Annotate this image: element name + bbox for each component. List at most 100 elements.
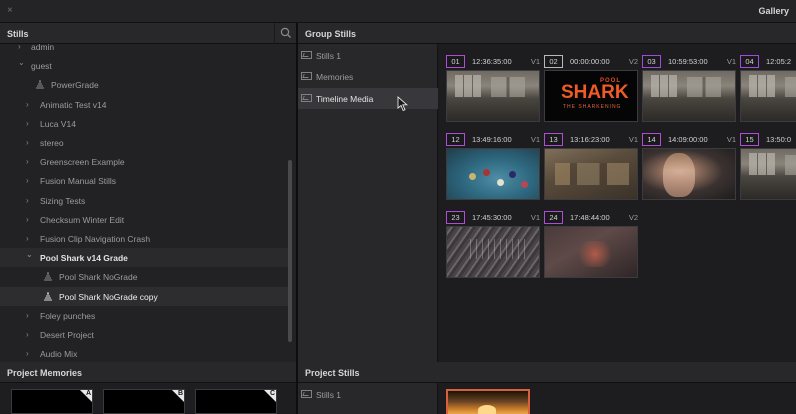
tree-item-label: stereo (40, 138, 64, 148)
still-thumbnail[interactable] (446, 226, 540, 278)
tree-item[interactable]: › stereo (0, 133, 288, 152)
chevron-down-icon[interactable]: ⌄ (18, 58, 27, 67)
tree-item[interactable]: › Sizing Tests (0, 191, 288, 210)
still-card[interactable]: 13 13:16:23:00 V1 (544, 133, 638, 203)
chevron-right-icon[interactable]: › (26, 234, 35, 243)
project-memories-title: Project Memories (7, 368, 83, 378)
tree-item[interactable]: PowerGrade (0, 75, 288, 94)
stills-panel-title: Stills (7, 29, 29, 39)
chevron-right-icon[interactable]: › (26, 196, 35, 205)
tree-item[interactable]: ⌄ Pool Shark v14 Grade (0, 248, 288, 268)
still-thumbnail[interactable] (544, 226, 638, 278)
stills-tree[interactable]: › admin ⌄ guest PowerGrade › Animatic Test v14… (0, 44, 296, 362)
tree-item-label: Sizing Tests (40, 195, 86, 206)
title-bar: × Gallery (0, 0, 796, 23)
still-thumbnail[interactable] (740, 148, 796, 200)
chevron-right-icon[interactable]: › (26, 311, 35, 320)
album-item[interactable]: Stills 1 (298, 384, 438, 405)
tree-item[interactable]: › Audio Mix (0, 344, 288, 362)
still-meta: 13 13:16:23:00 V1 (544, 133, 638, 146)
still-meta: 24 17:48:44:00 V2 (544, 211, 638, 224)
tree-item[interactable]: › Greenscreen Example (0, 152, 288, 171)
still-card[interactable]: 24 17:48:44:00 V2 (544, 211, 638, 281)
still-thumbnail[interactable] (642, 70, 736, 122)
chevron-right-icon[interactable]: › (26, 100, 35, 109)
still-thumbnail[interactable] (446, 70, 540, 122)
track-label: V1 (726, 135, 736, 144)
chevron-right-icon[interactable]: › (26, 176, 35, 185)
track-label: V1 (726, 57, 736, 66)
chevron-right-icon[interactable]: › (26, 157, 35, 166)
project-memories-header: Project Memories (0, 362, 296, 383)
still-thumbnail[interactable] (446, 389, 530, 414)
clip-number-badge: 01 (446, 55, 465, 68)
timecode: 12:05:2 (766, 57, 792, 66)
still-card[interactable]: 12 13:49:16:00 V1 (446, 133, 540, 203)
track-label: V1 (530, 57, 540, 66)
title-card-shark: SHARK (561, 82, 629, 103)
clip-number-badge: 24 (544, 211, 563, 224)
still-card[interactable]: 02 00:00:00:00 V2 POOL SHARK THE SHARKENING (544, 55, 638, 125)
still-thumbnail[interactable]: POOL SHARK THE SHARKENING (544, 70, 638, 122)
stills-tree-scrollbar[interactable] (288, 160, 292, 342)
album-item[interactable]: Memories (298, 66, 438, 87)
tree-item[interactable]: ⌄ guest (0, 56, 288, 75)
chevron-right-icon[interactable]: › (26, 138, 35, 147)
tree-item[interactable]: › admin (0, 44, 288, 56)
tree-item[interactable]: › Checksum Winter Edit (0, 210, 288, 229)
timecode: 17:48:44:00 (570, 213, 610, 222)
still-thumbnail[interactable] (544, 148, 638, 200)
memory-slot-label: B (177, 390, 183, 397)
chevron-down-icon[interactable]: ⌄ (26, 250, 35, 259)
tree-item-label: Audio Mix (40, 349, 78, 360)
album-item[interactable]: Timeline Media (298, 87, 438, 109)
chevron-right-icon[interactable]: › (26, 330, 35, 339)
clip-number-badge: 14 (642, 133, 661, 146)
group-album-list: Stills 1 Memories Timeline Media (298, 44, 438, 362)
still-card[interactable]: 23 17:45:30:00 V1 (446, 211, 540, 281)
tree-item[interactable]: › Foley punches (0, 306, 288, 325)
tree-item[interactable]: › Desert Project (0, 325, 288, 344)
track-label: V2 (628, 57, 638, 66)
still-thumbnail[interactable] (642, 148, 736, 200)
memory-slot[interactable]: B (103, 389, 185, 414)
album-item[interactable]: Stills 1 (298, 45, 438, 66)
chevron-right-icon[interactable]: › (26, 119, 35, 128)
tree-item[interactable]: › Luca V14 (0, 114, 288, 133)
tree-item[interactable]: Pool Shark NoGrade copy (0, 286, 288, 306)
chevron-right-icon[interactable]: › (18, 44, 27, 51)
still-meta: 12 13:49:16:00 V1 (446, 133, 540, 146)
tree-item-label: Pool Shark NoGrade (59, 272, 138, 283)
memory-slot-label: A (85, 390, 91, 397)
tree-item[interactable]: Pool Shark NoGrade (0, 267, 288, 286)
tree-item[interactable]: › Fusion Manual Stills (0, 171, 288, 190)
timecode: 13:16:23:00 (570, 135, 610, 144)
album-label: Timeline Media (316, 93, 374, 104)
stills-album-icon (36, 80, 44, 89)
still-meta: 02 00:00:00:00 V2 (544, 55, 638, 68)
tree-item[interactable]: › Fusion Clip Navigation Crash (0, 229, 288, 248)
chevron-right-icon[interactable]: › (26, 349, 35, 358)
tree-item-label: Pool Shark NoGrade copy (59, 291, 158, 302)
still-thumbnail[interactable] (446, 148, 540, 200)
memory-slot[interactable]: C (195, 389, 277, 414)
chevron-right-icon[interactable]: › (26, 215, 35, 224)
tree-item-label: Pool Shark v14 Grade (40, 253, 128, 264)
project-stills-title: Project Stills (305, 368, 360, 378)
still-thumbnail[interactable] (740, 70, 796, 122)
tree-item-label: guest (31, 61, 52, 72)
still-card[interactable]: 14 14:09:00:00 V1 (642, 133, 736, 203)
still-card[interactable]: 01 12:36:35:00 V1 (446, 55, 540, 125)
album-icon (301, 51, 312, 59)
still-card[interactable]: 04 12:05:2 (740, 55, 796, 125)
still-meta: 01 12:36:35:00 V1 (446, 55, 540, 68)
project-memories: A B C (0, 383, 296, 414)
still-card[interactable]: 15 13:50:0 (740, 133, 796, 203)
track-label: V1 (530, 135, 540, 144)
still-card[interactable]: 03 10:59:53:00 V1 (642, 55, 736, 125)
tree-item-label: Checksum Winter Edit (40, 214, 125, 225)
memory-slot[interactable]: A (11, 389, 93, 414)
tree-item[interactable]: › Animatic Test v14 (0, 95, 288, 114)
search-button[interactable] (274, 23, 296, 44)
close-icon[interactable]: × (7, 5, 13, 16)
